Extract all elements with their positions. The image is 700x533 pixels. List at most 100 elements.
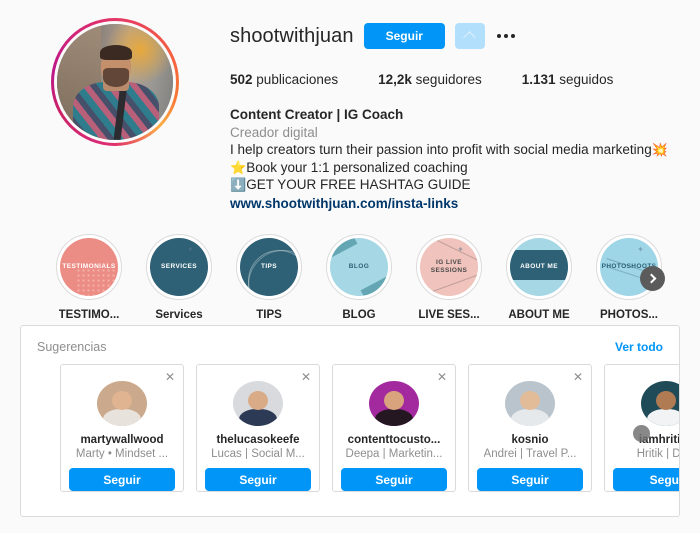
highlight-label: ABOUT ME bbox=[508, 309, 570, 321]
highlight-label: TESTIMO... bbox=[58, 309, 120, 321]
highlight-label: LIVE SES... bbox=[418, 309, 480, 321]
bio-line-1: I help creators turn their passion into … bbox=[230, 141, 700, 159]
highlight-item[interactable]: ABOUT ME ABOUT ME bbox=[494, 234, 584, 321]
profile-stats: 502 publicaciones 12,2k seguidores 1.131… bbox=[230, 72, 700, 87]
stat-followers[interactable]: 12,2k seguidores bbox=[378, 72, 482, 87]
cover-swoosh bbox=[248, 250, 298, 296]
close-icon[interactable]: ✕ bbox=[299, 370, 313, 384]
more-options-icon bbox=[510, 34, 515, 38]
more-options-button[interactable] bbox=[493, 23, 519, 49]
bio-title: Content Creator | IG Coach bbox=[230, 107, 404, 122]
avatar-torso bbox=[239, 409, 277, 427]
suggestion-username[interactable]: thelucasokeefe bbox=[216, 434, 299, 445]
highlight-cover[interactable]: TIPS bbox=[240, 238, 298, 296]
highlight-cover[interactable]: BLOG bbox=[330, 238, 388, 296]
avatar-torso bbox=[103, 409, 141, 427]
suggestion-card[interactable]: ✕ kosnio Andrei | Travel P... Seguir bbox=[468, 364, 592, 492]
highlight-item[interactable]: ✦ IG LIVE SESSIONS LIVE SES... bbox=[404, 234, 494, 321]
suggestion-card[interactable]: ✕ martywallwood Marty • Mindset ... Seguir bbox=[60, 364, 184, 492]
suggestions-title: Sugerencias bbox=[37, 340, 107, 354]
profile-avatar[interactable] bbox=[54, 21, 176, 143]
highlight-ring[interactable]: TESTIMONIALS bbox=[56, 234, 122, 300]
highlight-cover[interactable]: ✦ SERVICES bbox=[150, 238, 208, 296]
avatar-hair bbox=[99, 44, 133, 60]
username-row: shootwithjuan Seguir bbox=[230, 20, 700, 52]
suggestions-header: Sugerencias Ver todo bbox=[21, 326, 679, 360]
close-icon[interactable]: ✕ bbox=[163, 370, 177, 384]
suggestion-avatar[interactable] bbox=[97, 381, 147, 427]
cover-dot-pattern bbox=[76, 268, 118, 296]
highlight-ring[interactable]: ✦ SERVICES bbox=[146, 234, 212, 300]
mouse-cursor bbox=[633, 425, 650, 442]
down-arrow-emoji: ⬇️ bbox=[230, 177, 247, 192]
suggestion-card[interactable]: ✕ contenttocusto... Deepa | Marketin... Seg… bbox=[332, 364, 456, 492]
avatar-photo bbox=[369, 381, 419, 427]
cover-sparkle: ✦ bbox=[187, 245, 194, 255]
more-options-icon bbox=[503, 34, 508, 38]
suggestion-username[interactable]: kosnio bbox=[511, 434, 548, 445]
avatar-torso bbox=[647, 409, 679, 427]
avatar-beard bbox=[103, 68, 129, 87]
avatar-column bbox=[0, 14, 230, 212]
suggestion-follow-button[interactable]: Segui bbox=[613, 468, 679, 491]
highlight-cover-text: TESTIMONIALS bbox=[62, 263, 116, 270]
suggestions-panel: Sugerencias Ver todo ✕ martywallwood Marty… bbox=[20, 325, 680, 517]
highlights-next-button[interactable] bbox=[640, 266, 665, 291]
stat-posts[interactable]: 502 publicaciones bbox=[230, 72, 338, 87]
suggestion-avatar[interactable] bbox=[233, 381, 283, 427]
highlight-item[interactable]: TESTIMONIALS TESTIMO... bbox=[44, 234, 134, 321]
profile-bio: Content Creator | IG Coach Creador digit… bbox=[230, 106, 700, 212]
stat-following[interactable]: 1.131 seguidos bbox=[522, 72, 614, 87]
highlight-ring[interactable]: TIPS bbox=[236, 234, 302, 300]
suggestion-username[interactable]: contenttocusto... bbox=[348, 434, 441, 445]
stat-followers-value: 12,2k bbox=[378, 72, 412, 87]
suggestion-follow-button[interactable]: Seguir bbox=[205, 468, 311, 491]
highlight-cover[interactable]: ✦ IG LIVE SESSIONS bbox=[420, 238, 478, 296]
highlight-cover[interactable]: ABOUT ME bbox=[510, 238, 568, 296]
highlight-cover-text: ABOUT ME bbox=[520, 263, 558, 270]
cover-sparkle: ✦ bbox=[637, 245, 644, 255]
suggestions-track[interactable]: ✕ martywallwood Marty • Mindset ... Seguir ✕… bbox=[21, 360, 679, 492]
close-icon[interactable]: ✕ bbox=[571, 370, 585, 384]
highlight-item[interactable]: ✦ SERVICES Services bbox=[134, 234, 224, 321]
story-ring[interactable] bbox=[51, 18, 179, 146]
suggestion-username[interactable]: martywallwood bbox=[80, 434, 163, 445]
avatar-face bbox=[384, 390, 404, 411]
suggestion-follow-button[interactable]: Seguir bbox=[477, 468, 583, 491]
suggestion-avatar[interactable] bbox=[369, 381, 419, 427]
chevron-up-icon bbox=[463, 31, 477, 44]
suggestion-subtitle: Marty • Mindset ... bbox=[75, 448, 169, 460]
cover-corner bbox=[360, 276, 388, 296]
bio-external-link[interactable]: www.shootwithjuan.com/insta-links bbox=[230, 195, 458, 213]
avatar-face bbox=[248, 390, 268, 411]
suggestion-avatar[interactable] bbox=[505, 381, 555, 427]
follow-button[interactable]: Seguir bbox=[363, 23, 445, 49]
suggestion-subtitle: Deepa | Marketin... bbox=[345, 448, 443, 460]
highlight-item[interactable]: TIPS TIPS bbox=[224, 234, 314, 321]
bio-category: Creador digital bbox=[230, 124, 318, 140]
suggestion-follow-button[interactable]: Seguir bbox=[341, 468, 447, 491]
follow-options-button[interactable] bbox=[454, 23, 485, 49]
story-highlights-row: TESTIMONIALS TESTIMO... ✦ SERVICES Services T… bbox=[0, 234, 700, 321]
highlight-ring[interactable]: BLOG bbox=[326, 234, 392, 300]
avatar-face bbox=[656, 390, 676, 411]
suggestion-subtitle: Hritik | Digit bbox=[636, 448, 680, 460]
highlight-ring[interactable]: ABOUT ME bbox=[506, 234, 572, 300]
suggestion-card[interactable]: ✕ thelucasokeefe Lucas | Social M... Seguir bbox=[196, 364, 320, 492]
more-options-icon bbox=[496, 34, 501, 38]
highlight-cover-text: BLOG bbox=[348, 263, 370, 270]
cover-sparkle: ✦ bbox=[457, 245, 464, 255]
see-all-link[interactable]: Ver todo bbox=[615, 340, 663, 354]
suggestion-subtitle: Andrei | Travel P... bbox=[483, 448, 577, 460]
highlight-cover[interactable]: TESTIMONIALS bbox=[60, 238, 118, 296]
highlight-ring[interactable]: ✦ IG LIVE SESSIONS bbox=[416, 234, 482, 300]
stat-following-value: 1.131 bbox=[521, 72, 556, 87]
suggestion-avatar[interactable] bbox=[641, 381, 679, 427]
suggestion-follow-button[interactable]: Seguir bbox=[69, 468, 175, 491]
profile-header: shootwithjuan Seguir 502 publicaciones 1… bbox=[0, 0, 700, 212]
highlight-label: Services bbox=[155, 309, 203, 321]
profile-username: shootwithjuan bbox=[230, 24, 354, 47]
cover-line bbox=[420, 271, 478, 296]
close-icon[interactable]: ✕ bbox=[435, 370, 449, 384]
highlight-item[interactable]: BLOG BLOG bbox=[314, 234, 404, 321]
